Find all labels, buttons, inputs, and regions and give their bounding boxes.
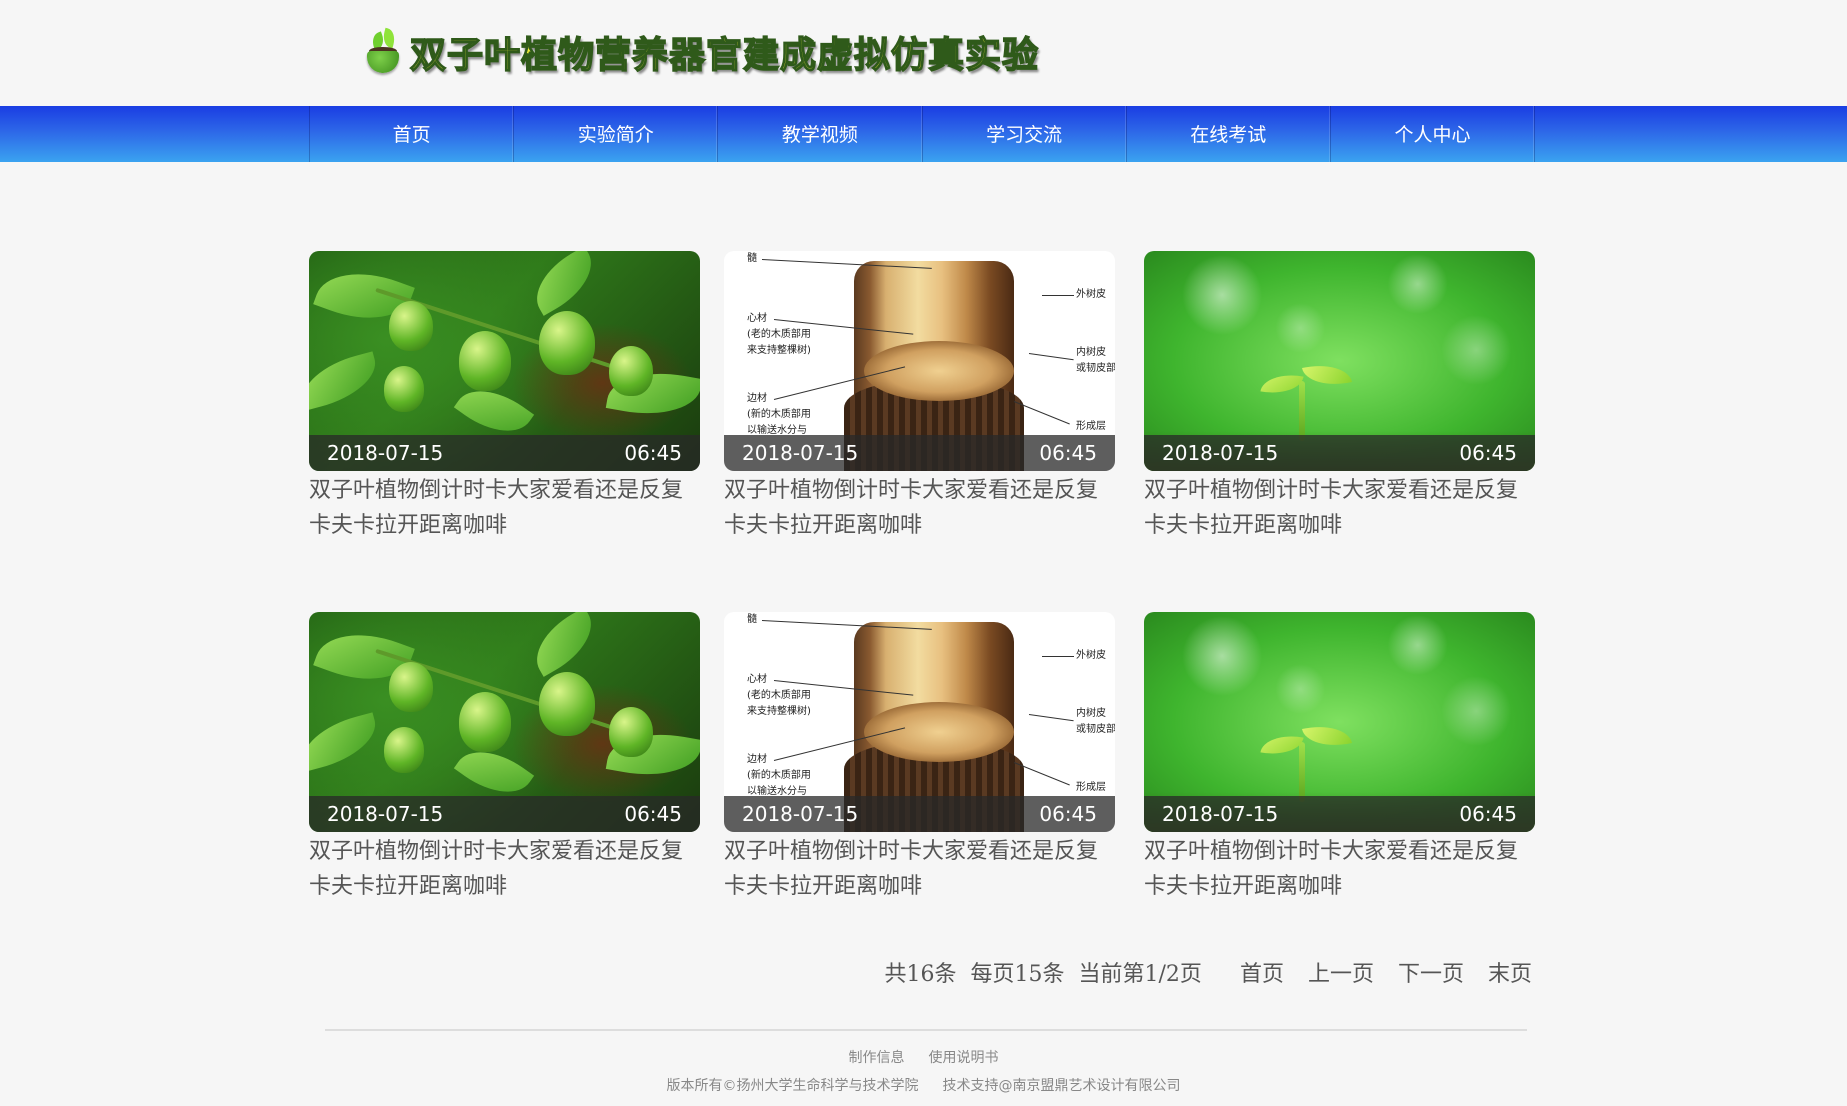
video-title[interactable]: 双子叶植物倒计时卡大家爱看还是反复卡夫卡拉开距离咖啡	[724, 473, 1115, 543]
video-card[interactable]: 2018-07-15 06:45 双子叶植物倒计时卡大家爱看还是反复卡夫卡拉开距…	[309, 612, 700, 904]
video-duration: 06:45	[1039, 802, 1097, 826]
site-title: 双子叶植物营养器官建成虚拟仿真实验	[409, 34, 1040, 77]
nav-item-profile[interactable]: 个人中心	[1331, 106, 1536, 162]
video-title[interactable]: 双子叶植物倒计时卡大家爱看还是反复卡夫卡拉开距离咖啡	[1144, 473, 1535, 543]
video-duration: 06:45	[1459, 441, 1517, 465]
footer-divider	[325, 1029, 1527, 1031]
header: 双子叶植物营养器官建成虚拟仿真实验	[0, 0, 1847, 106]
pagination: 共16条 每页15条 当前第1/2页 首页 上一页 下一页 末页	[872, 956, 1532, 988]
video-thumbnail[interactable]: 髓 外树皮 心材 (老的木质部用 来支持整棵树) 内树皮 或韧皮部 边材 (新的…	[724, 612, 1115, 832]
video-title[interactable]: 双子叶植物倒计时卡大家爱看还是反复卡夫卡拉开距离咖啡	[724, 834, 1115, 904]
video-title[interactable]: 双子叶植物倒计时卡大家爱看还是反复卡夫卡拉开距离咖啡	[309, 473, 700, 543]
video-card[interactable]: 2018-07-15 06:45 双子叶植物倒计时卡大家爱看还是反复卡夫卡拉开距…	[1144, 612, 1535, 904]
video-duration: 06:45	[1459, 802, 1517, 826]
video-meta-bar: 2018-07-15 06:45	[309, 435, 700, 471]
video-card[interactable]: 2018-07-15 06:45 双子叶植物倒计时卡大家爱看还是反复卡夫卡拉开距…	[309, 251, 700, 543]
video-title[interactable]: 双子叶植物倒计时卡大家爱看还是反复卡夫卡拉开距离咖啡	[309, 834, 700, 904]
video-meta-bar: 2018-07-15 06:45	[724, 435, 1115, 471]
video-meta-bar: 2018-07-15 06:45	[724, 796, 1115, 832]
nav-item-intro[interactable]: 实验简介	[514, 106, 719, 162]
video-card[interactable]: 髓 外树皮 心材 (老的木质部用 来支持整棵树) 内树皮 或韧皮部 边材 (新的…	[724, 251, 1115, 543]
main-nav: 首页 实验简介 教学视频 学习交流 在线考试 个人中心	[0, 106, 1847, 162]
video-meta-bar: 2018-07-15 06:45	[309, 796, 700, 832]
pagination-prev-link[interactable]: 上一页	[1308, 956, 1374, 988]
nav-item-videos[interactable]: 教学视频	[718, 106, 923, 162]
footer-copyright: 版本所有©扬州大学生命科学与技术学院	[666, 1078, 919, 1094]
video-date: 2018-07-15	[742, 441, 859, 465]
video-card[interactable]: 髓 外树皮 心材 (老的木质部用 来支持整棵树) 内树皮 或韧皮部 边材 (新的…	[724, 612, 1115, 904]
site-logo[interactable]: 双子叶植物营养器官建成虚拟仿真实验	[364, 26, 1039, 78]
video-title[interactable]: 双子叶植物倒计时卡大家爱看还是反复卡夫卡拉开距离咖啡	[1144, 834, 1535, 904]
footer-copyright-row: 版本所有©扬州大学生命科学与技术学院 技术支持@南京盟鼎艺术设计有限公司	[0, 1075, 1847, 1095]
pagination-current: 当前第1/2页	[1078, 962, 1202, 987]
video-date: 2018-07-15	[742, 802, 859, 826]
video-date: 2018-07-15	[327, 441, 444, 465]
video-thumbnail[interactable]: 2018-07-15 06:45	[1144, 612, 1535, 832]
video-thumbnail[interactable]: 髓 外树皮 心材 (老的木质部用 来支持整棵树) 内树皮 或韧皮部 边材 (新的…	[724, 251, 1115, 471]
video-thumbnail[interactable]: 2018-07-15 06:45	[309, 251, 700, 471]
pagination-next-link[interactable]: 下一页	[1398, 956, 1464, 988]
nav-item-home[interactable]: 首页	[310, 106, 515, 162]
video-meta-bar: 2018-07-15 06:45	[1144, 435, 1535, 471]
sprout-cup-icon	[364, 27, 402, 75]
pagination-per-page: 每页15条	[970, 962, 1065, 987]
video-thumbnail[interactable]: 2018-07-15 06:45	[1144, 251, 1535, 471]
nav-item-forum[interactable]: 学习交流	[923, 106, 1127, 162]
pagination-first-link[interactable]: 首页	[1240, 956, 1284, 988]
video-meta-bar: 2018-07-15 06:45	[1144, 796, 1535, 832]
footer-support: 技术支持@南京盟鼎艺术设计有限公司	[942, 1078, 1181, 1094]
footer-links: 制作信息 使用说明书	[0, 1047, 1847, 1067]
video-date: 2018-07-15	[1162, 441, 1279, 465]
video-date: 2018-07-15	[327, 802, 444, 826]
pagination-total: 共16条	[884, 962, 957, 987]
video-date: 2018-07-15	[1162, 802, 1279, 826]
footer-link-manual[interactable]: 使用说明书	[929, 1047, 999, 1067]
footer-link-credits[interactable]: 制作信息	[849, 1047, 905, 1067]
video-duration: 06:45	[624, 441, 682, 465]
pagination-last-link[interactable]: 末页	[1488, 956, 1532, 988]
video-duration: 06:45	[624, 802, 682, 826]
nav-item-exam[interactable]: 在线考试	[1127, 106, 1331, 162]
video-duration: 06:45	[1039, 441, 1097, 465]
video-card[interactable]: 2018-07-15 06:45 双子叶植物倒计时卡大家爱看还是反复卡夫卡拉开距…	[1144, 251, 1535, 543]
video-thumbnail[interactable]: 2018-07-15 06:45	[309, 612, 700, 832]
